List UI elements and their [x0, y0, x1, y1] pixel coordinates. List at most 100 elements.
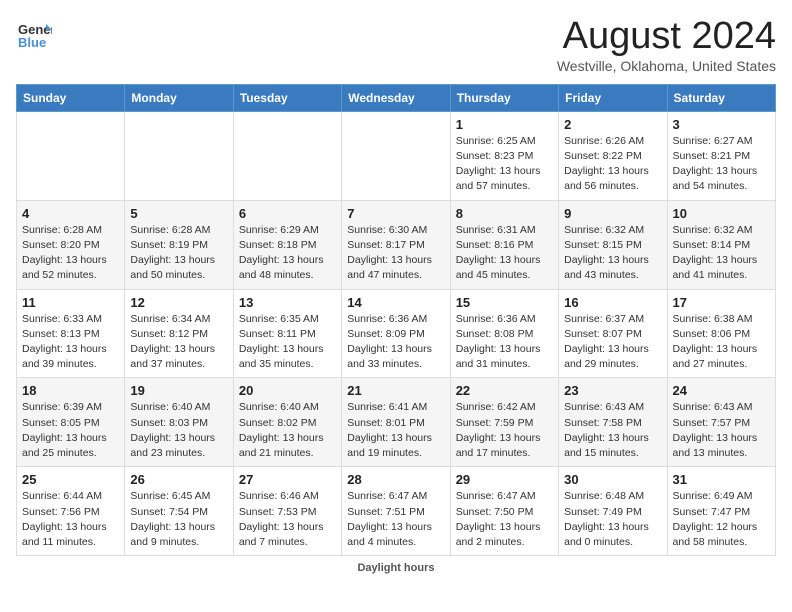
calendar-cell [17, 111, 125, 200]
day-info: Sunrise: 6:43 AM Sunset: 7:58 PM Dayligh… [564, 400, 661, 461]
calendar-cell: 3 Sunrise: 6:27 AM Sunset: 8:21 PM Daylig… [667, 111, 775, 200]
weekday-header-cell: Saturday [667, 84, 775, 111]
calendar-cell: 11 Sunrise: 6:33 AM Sunset: 8:13 PM Dayli… [17, 289, 125, 378]
calendar-cell: 16Sunrise: 6:37 AM Sunset: 8:07 PM Dayli… [559, 289, 667, 378]
day-info: Sunrise: 6:39 AM Sunset: 8:05 PM Dayligh… [22, 400, 119, 461]
title-area: August 2024 Westville, Oklahoma, United … [557, 16, 776, 74]
day-info: Sunrise: 6:32 AM Sunset: 8:14 PM Dayligh… [673, 223, 770, 284]
day-info: Sunrise: 6:44 AM Sunset: 7:56 PM Dayligh… [22, 489, 119, 550]
day-number: 27 [239, 472, 336, 487]
svg-text:Blue: Blue [18, 35, 46, 50]
calendar-cell: 13 Sunrise: 6:35 AM Sunset: 8:11 PM Dayli… [233, 289, 341, 378]
calendar-cell: 23 Sunrise: 6:43 AM Sunset: 7:58 PM Dayli… [559, 378, 667, 467]
calendar-cell [233, 111, 341, 200]
day-info: Sunrise: 6:38 AM Sunset: 8:06 PM Dayligh… [673, 312, 770, 373]
calendar-cell: 17Sunrise: 6:38 AM Sunset: 8:06 PM Dayli… [667, 289, 775, 378]
day-info: Sunrise: 6:29 AM Sunset: 8:18 PM Dayligh… [239, 223, 336, 284]
day-number: 11 [22, 295, 119, 310]
day-info: Sunrise: 6:28 AM Sunset: 8:20 PM Dayligh… [22, 223, 119, 284]
day-number: 28 [347, 472, 444, 487]
day-number: 25 [22, 472, 119, 487]
day-info: Sunrise: 6:31 AM Sunset: 8:16 PM Dayligh… [456, 223, 553, 284]
day-number: 26 [130, 472, 227, 487]
day-number: 14 [347, 295, 444, 310]
day-number: 8 [456, 206, 553, 221]
day-number: 12 [130, 295, 227, 310]
day-info: Sunrise: 6:26 AM Sunset: 8:22 PM Dayligh… [564, 134, 661, 195]
calendar-cell: 25 Sunrise: 6:44 AM Sunset: 7:56 PM Dayli… [17, 467, 125, 556]
day-info: Sunrise: 6:30 AM Sunset: 8:17 PM Dayligh… [347, 223, 444, 284]
day-info: Sunrise: 6:40 AM Sunset: 8:03 PM Dayligh… [130, 400, 227, 461]
day-number: 22 [456, 383, 553, 398]
footer-note: Daylight hours [16, 562, 776, 574]
day-number: 1 [456, 117, 553, 132]
day-info: Sunrise: 6:40 AM Sunset: 8:02 PM Dayligh… [239, 400, 336, 461]
weekday-header-cell: Thursday [450, 84, 558, 111]
header: General Blue General Blue August 2024 We… [16, 16, 776, 74]
calendar-cell: 9 Sunrise: 6:32 AM Sunset: 8:15 PM Daylig… [559, 200, 667, 289]
day-number: 30 [564, 472, 661, 487]
day-info: Sunrise: 6:36 AM Sunset: 8:09 PM Dayligh… [347, 312, 444, 373]
calendar-cell: 21 Sunrise: 6:41 AM Sunset: 8:01 PM Dayli… [342, 378, 450, 467]
day-info: Sunrise: 6:43 AM Sunset: 7:57 PM Dayligh… [673, 400, 770, 461]
day-info: Sunrise: 6:27 AM Sunset: 8:21 PM Dayligh… [673, 134, 770, 195]
day-info: Sunrise: 6:47 AM Sunset: 7:50 PM Dayligh… [456, 489, 553, 550]
calendar-cell: 7Sunrise: 6:30 AM Sunset: 8:17 PM Daylig… [342, 200, 450, 289]
day-info: Sunrise: 6:35 AM Sunset: 8:11 PM Dayligh… [239, 312, 336, 373]
logo-icon: General Blue [16, 16, 52, 52]
day-number: 3 [673, 117, 770, 132]
day-number: 19 [130, 383, 227, 398]
page-subtitle: Westville, Oklahoma, United States [557, 58, 776, 74]
weekday-header-cell: Sunday [17, 84, 125, 111]
calendar-cell: 2 Sunrise: 6:26 AM Sunset: 8:22 PM Daylig… [559, 111, 667, 200]
day-info: Sunrise: 6:25 AM Sunset: 8:23 PM Dayligh… [456, 134, 553, 195]
page-title: August 2024 [557, 16, 776, 58]
day-number: 31 [673, 472, 770, 487]
calendar-cell: 4 Sunrise: 6:28 AM Sunset: 8:20 PM Daylig… [17, 200, 125, 289]
day-info: Sunrise: 6:32 AM Sunset: 8:15 PM Dayligh… [564, 223, 661, 284]
calendar-cell: 15 Sunrise: 6:36 AM Sunset: 8:08 PM Dayli… [450, 289, 558, 378]
day-number: 23 [564, 383, 661, 398]
calendar-cell: 6 Sunrise: 6:29 AM Sunset: 8:18 PM Daylig… [233, 200, 341, 289]
calendar-cell: 24Sunrise: 6:43 AM Sunset: 7:57 PM Dayli… [667, 378, 775, 467]
day-info: Sunrise: 6:34 AM Sunset: 8:12 PM Dayligh… [130, 312, 227, 373]
calendar-cell: 1 Sunrise: 6:25 AM Sunset: 8:23 PM Daylig… [450, 111, 558, 200]
day-number: 5 [130, 206, 227, 221]
weekday-header-cell: Monday [125, 84, 233, 111]
day-number: 13 [239, 295, 336, 310]
day-number: 6 [239, 206, 336, 221]
day-info: Sunrise: 6:33 AM Sunset: 8:13 PM Dayligh… [22, 312, 119, 373]
footer-label: Daylight hours [357, 562, 434, 574]
day-number: 10 [673, 206, 770, 221]
calendar-cell: 12 Sunrise: 6:34 AM Sunset: 8:12 PM Dayli… [125, 289, 233, 378]
weekday-header-cell: Friday [559, 84, 667, 111]
calendar-cell: 18 Sunrise: 6:39 AM Sunset: 8:05 PM Dayli… [17, 378, 125, 467]
day-info: Sunrise: 6:46 AM Sunset: 7:53 PM Dayligh… [239, 489, 336, 550]
day-number: 15 [456, 295, 553, 310]
day-info: Sunrise: 6:42 AM Sunset: 7:59 PM Dayligh… [456, 400, 553, 461]
calendar-cell: 29 Sunrise: 6:47 AM Sunset: 7:50 PM Dayli… [450, 467, 558, 556]
calendar-cell: 31Sunrise: 6:49 AM Sunset: 7:47 PM Dayli… [667, 467, 775, 556]
day-number: 4 [22, 206, 119, 221]
calendar-cell: 14 Sunrise: 6:36 AM Sunset: 8:09 PM Dayli… [342, 289, 450, 378]
calendar-cell: 10 Sunrise: 6:32 AM Sunset: 8:14 PM Dayli… [667, 200, 775, 289]
day-number: 2 [564, 117, 661, 132]
day-info: Sunrise: 6:37 AM Sunset: 8:07 PM Dayligh… [564, 312, 661, 373]
calendar-cell: 26 Sunrise: 6:45 AM Sunset: 7:54 PM Dayli… [125, 467, 233, 556]
day-number: 18 [22, 383, 119, 398]
day-info: Sunrise: 6:45 AM Sunset: 7:54 PM Dayligh… [130, 489, 227, 550]
day-info: Sunrise: 6:36 AM Sunset: 8:08 PM Dayligh… [456, 312, 553, 373]
day-number: 20 [239, 383, 336, 398]
calendar-cell [342, 111, 450, 200]
calendar-cell: 28Sunrise: 6:47 AM Sunset: 7:51 PM Dayli… [342, 467, 450, 556]
calendar-cell [125, 111, 233, 200]
day-number: 21 [347, 383, 444, 398]
calendar-cell: 22 Sunrise: 6:42 AM Sunset: 7:59 PM Dayli… [450, 378, 558, 467]
calendar-table: SundayMondayTuesdayWednesdayThursdayFrid… [16, 84, 776, 556]
calendar-cell: 20 Sunrise: 6:40 AM Sunset: 8:02 PM Dayli… [233, 378, 341, 467]
day-info: Sunrise: 6:48 AM Sunset: 7:49 PM Dayligh… [564, 489, 661, 550]
day-number: 9 [564, 206, 661, 221]
day-info: Sunrise: 6:41 AM Sunset: 8:01 PM Dayligh… [347, 400, 444, 461]
calendar-cell: 27 Sunrise: 6:46 AM Sunset: 7:53 PM Dayli… [233, 467, 341, 556]
day-number: 29 [456, 472, 553, 487]
